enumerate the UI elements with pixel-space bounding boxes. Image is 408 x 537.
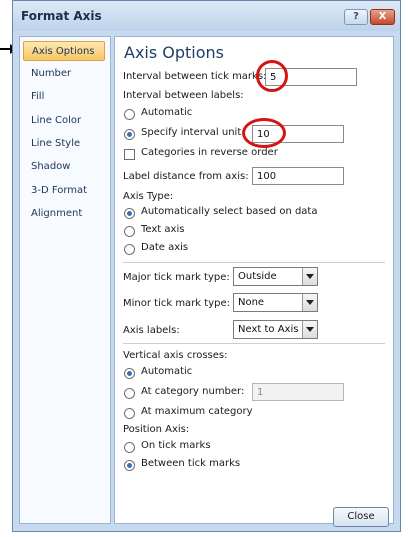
label-interval-specify-radio[interactable] [124, 129, 135, 140]
vertical-crosses-heading: Vertical axis crosses: [123, 350, 228, 361]
divider [123, 262, 385, 263]
major-tick-select[interactable]: Outside [233, 267, 318, 286]
major-tick-value: Outside [238, 271, 277, 282]
axis-labels-value: Next to Axis [238, 324, 299, 335]
axis-type-heading: Axis Type: [123, 191, 174, 202]
position-between-tick-label: Between tick marks [141, 458, 241, 469]
axis-type-date-radio[interactable] [124, 244, 135, 255]
label-interval-automatic-label: Automatic [141, 107, 193, 118]
sidebar-item-fill[interactable]: Fill [23, 87, 105, 107]
label-distance-input[interactable]: 100 [252, 167, 344, 185]
minor-tick-select[interactable]: None [233, 293, 318, 312]
title-bar: Format Axis ? X [13, 1, 400, 31]
crosses-category-radio[interactable] [124, 388, 135, 399]
reverse-order-checkbox[interactable] [124, 149, 135, 160]
help-button[interactable]: ? [344, 9, 368, 25]
position-between-tick-radio[interactable] [124, 460, 135, 471]
chevron-down-icon[interactable] [302, 321, 317, 338]
axis-type-date-label: Date axis [141, 242, 189, 253]
chevron-down-icon[interactable] [302, 268, 317, 285]
dialog-title: Format Axis [21, 9, 102, 23]
sidebar-item-3d-format[interactable]: 3-D Format [23, 181, 105, 201]
reverse-order-label: Categories in reverse order [141, 147, 278, 158]
minor-tick-value: None [238, 297, 265, 308]
crosses-category-label: At category number: [141, 386, 245, 397]
label-interval-highlight [242, 118, 286, 148]
label-distance-label: Label distance from axis: [123, 171, 249, 182]
axis-type-auto-label: Automatically select based on data [141, 206, 318, 217]
sidebar-item-line-color[interactable]: Line Color [23, 111, 105, 131]
tick-interval-highlight [256, 60, 288, 92]
label-interval-automatic-radio[interactable] [124, 109, 135, 120]
axis-type-text-label: Text axis [141, 224, 185, 235]
close-window-button[interactable]: X [370, 9, 395, 25]
axis-labels-select[interactable]: Next to Axis [233, 320, 318, 339]
sidebar-item-shadow[interactable]: Shadow [23, 157, 105, 177]
sidebar: Axis Options Number Fill Line Color Line… [19, 36, 111, 524]
format-axis-dialog: Format Axis ? X Axis Options Number Fill… [12, 0, 401, 532]
sidebar-item-alignment[interactable]: Alignment [23, 204, 105, 224]
axis-type-text-radio[interactable] [124, 226, 135, 237]
position-on-tick-label: On tick marks [141, 440, 211, 451]
sidebar-item-number[interactable]: Number [23, 64, 105, 84]
crosses-max-radio[interactable] [124, 408, 135, 419]
close-button[interactable]: Close [333, 507, 389, 527]
position-on-tick-radio[interactable] [124, 442, 135, 453]
axis-labels-label: Axis labels: [123, 325, 180, 336]
position-axis-heading: Position Axis: [123, 424, 190, 435]
panel-title: Axis Options [124, 43, 225, 62]
crosses-automatic-radio[interactable] [124, 368, 135, 379]
label-interval-specify-label: Specify interval unit: [141, 127, 245, 138]
sidebar-item-axis-options[interactable]: Axis Options [23, 41, 105, 61]
crosses-automatic-label: Automatic [141, 366, 193, 377]
label-interval-heading: Interval between labels: [123, 90, 244, 101]
tick-interval-label: Interval between tick marks: [123, 71, 267, 82]
axis-type-auto-radio[interactable] [124, 208, 135, 219]
minor-tick-label: Minor tick mark type: [123, 298, 230, 309]
divider [123, 343, 385, 344]
axis-options-panel: Axis Options Interval between tick marks… [114, 36, 394, 527]
major-tick-label: Major tick mark type: [123, 272, 230, 283]
crosses-max-label: At maximum category [141, 406, 253, 417]
sidebar-item-line-style[interactable]: Line Style [23, 134, 105, 154]
crosses-category-input[interactable]: 1 [252, 383, 344, 401]
chevron-down-icon[interactable] [302, 294, 317, 311]
